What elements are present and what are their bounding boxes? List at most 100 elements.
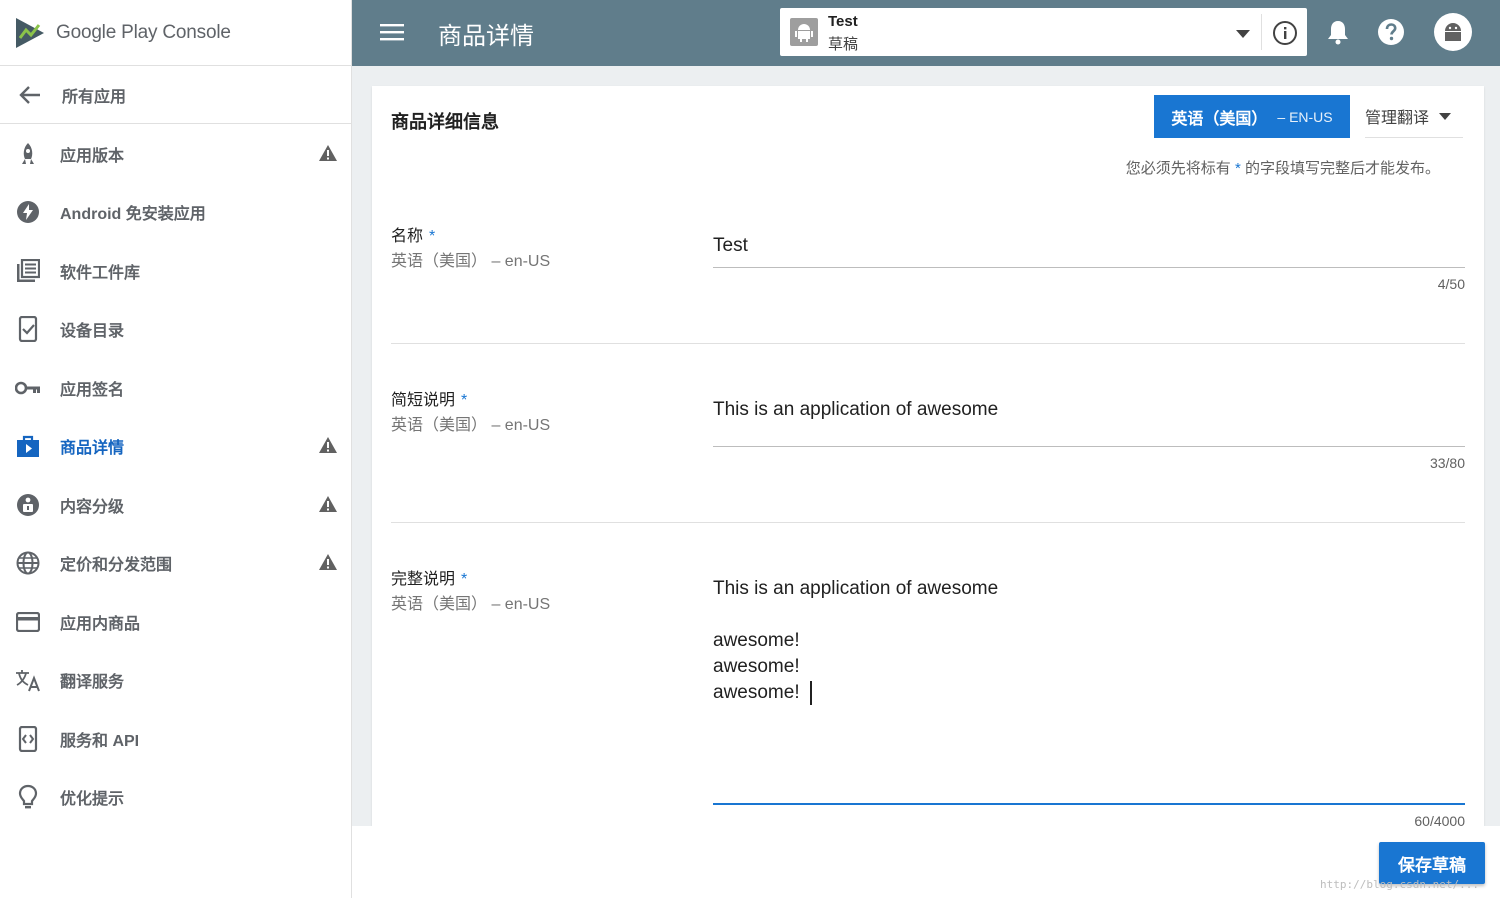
field-label-full-description: 完整说明 * (391, 565, 467, 589)
info-icon[interactable] (1272, 20, 1298, 46)
title-input[interactable]: Test (713, 233, 748, 259)
page-title: 商品详情 (438, 23, 534, 50)
sidebar-item-label: 优化提示 (60, 791, 125, 808)
divider (1261, 14, 1262, 50)
full-description-input[interactable]: This is an application of awesome awesom… (713, 576, 998, 706)
brand[interactable]: Google Play Console (0, 0, 351, 66)
translate-icon (14, 666, 42, 694)
chevron-down-icon (1439, 112, 1452, 120)
language-button[interactable]: 英语（美国） – EN-US (1154, 95, 1350, 138)
device-check-icon (14, 315, 42, 343)
required-star: * (461, 571, 468, 588)
required-star: * (1234, 160, 1241, 177)
sidebar-item-services-api[interactable]: 服务和 API (0, 714, 352, 764)
language-code: – EN-US (1277, 108, 1333, 125)
chevron-down-icon (1236, 30, 1250, 38)
android-app-icon (790, 18, 818, 46)
app-status: 草稿 (828, 36, 859, 53)
sidebar-item-label: Android 免安装应用 (60, 206, 206, 223)
char-counter: 60/4000 (1414, 813, 1465, 826)
rocket-icon (14, 140, 42, 168)
sidebar-item-pricing-distribution[interactable]: 定价和分发范围 (0, 538, 352, 588)
field-label-text: 简短说明 (391, 392, 456, 409)
library-icon (14, 257, 42, 285)
warning-icon (319, 145, 337, 161)
back-to-all-apps[interactable]: 所有应用 (0, 66, 351, 124)
sidebar-item-optimization-tips[interactable]: 优化提示 (0, 772, 352, 822)
card-title: 商品详细信息 (391, 112, 499, 132)
field-label-title: 名称 * (391, 222, 435, 246)
required-star: * (461, 392, 468, 409)
rating-icon (14, 491, 42, 519)
warning-icon (319, 554, 337, 570)
char-counter: 33/80 (1429, 455, 1465, 471)
field-language: 英语（美国） – en-US (391, 253, 551, 270)
field-language: 英语（美国） – en-US (391, 596, 551, 613)
sidebar-item-label: 服务和 API (60, 733, 140, 750)
field-language: 英语（美国） – en-US (391, 417, 551, 434)
sidebar-item-instant-apps[interactable]: Android 免安装应用 (0, 187, 352, 237)
menu-icon[interactable] (380, 21, 404, 43)
sidebar-item-in-app-products[interactable]: 应用内商品 (0, 597, 352, 647)
avatar[interactable] (1434, 13, 1472, 51)
sidebar-item-label: 应用版本 (60, 148, 125, 165)
lightbulb-icon (14, 783, 42, 811)
top-app-bar: 商品详情 Test 草稿 (352, 0, 1500, 66)
brand-name: Google Play Console (56, 22, 231, 44)
sidebar-item-label: 商品详情 (60, 440, 125, 457)
sidebar-item-content-rating[interactable]: 内容分级 (0, 480, 352, 530)
sidebar-item-label: 内容分级 (60, 499, 125, 516)
warning-icon (319, 496, 337, 512)
note-text-before: 您必须先将标有 (1125, 160, 1231, 177)
field-label-text: 完整说明 (391, 571, 456, 588)
sidebar-item-label: 应用内商品 (60, 616, 141, 633)
divider (391, 343, 1465, 344)
field-label-text: 名称 (391, 228, 424, 245)
globe-icon (14, 549, 42, 577)
bolt-icon (14, 198, 42, 226)
sidebar-item-label: 翻译服务 (60, 674, 125, 691)
sidebar-item-label: 应用签名 (60, 382, 125, 399)
back-label: 所有应用 (62, 88, 127, 106)
short-description-input[interactable]: This is an application of awesome (713, 397, 998, 423)
api-icon (14, 725, 42, 753)
sidebar-item-app-signing[interactable]: 应用签名 (0, 363, 352, 413)
input-underline (713, 446, 1465, 447)
sidebar-item-label: 设备目录 (60, 323, 125, 340)
field-label-short-description: 简短说明 * (391, 386, 467, 410)
sidebar-item-device-catalog[interactable]: 设备目录 (0, 304, 352, 354)
divider (391, 522, 1465, 523)
input-underline (713, 267, 1465, 268)
shop-icon (14, 432, 42, 460)
help-icon[interactable] (1377, 18, 1405, 46)
manage-translations-label: 管理翻译 (1365, 110, 1430, 127)
android-avatar-icon (1445, 23, 1461, 41)
brand-google: Google Play (56, 21, 158, 43)
card-icon (14, 608, 42, 636)
full-description-text: This is an application of awesome awesom… (713, 578, 999, 703)
sidebar-item-artifact-library[interactable]: 软件工件库 (0, 246, 352, 296)
sidebar-item-translation-service[interactable]: 翻译服务 (0, 655, 352, 705)
sidebar-item-label: 定价和分发范围 (60, 557, 173, 574)
input-underline-focused (713, 803, 1465, 805)
notifications-bell-icon[interactable] (1326, 19, 1350, 45)
manage-translations-button[interactable]: 管理翻译 (1365, 95, 1463, 138)
sidebar: Google Play Console 所有应用 应用版本 Android 免安… (0, 0, 352, 898)
language-name: 英语（美国） (1171, 110, 1268, 128)
arrow-back-icon (16, 81, 44, 109)
required-star: * (429, 228, 436, 245)
store-listing-card: 商品详细信息 英语（美国） – EN-US 管理翻译 您必须先将标有 * 的字段… (372, 86, 1484, 826)
app-selector[interactable]: Test 草稿 (780, 8, 1307, 56)
note-text-after: 的字段填写完整后才能发布。 (1244, 160, 1440, 177)
sidebar-item-label: 软件工件库 (60, 265, 141, 282)
text-cursor (809, 680, 812, 705)
warning-icon (319, 437, 337, 453)
sidebar-item-store-listing[interactable]: 商品详情 (0, 421, 352, 471)
play-console-logo-icon (16, 17, 44, 48)
watermark: http://blog.csdn.net/... (1320, 878, 1479, 891)
char-counter: 4/50 (1437, 276, 1465, 292)
required-fields-note: 您必须先将标有 * 的字段填写完整后才能发布。 (1126, 157, 1440, 178)
key-icon (14, 374, 42, 402)
brand-console: Console (162, 21, 231, 43)
sidebar-item-releases[interactable]: 应用版本 (0, 129, 352, 179)
